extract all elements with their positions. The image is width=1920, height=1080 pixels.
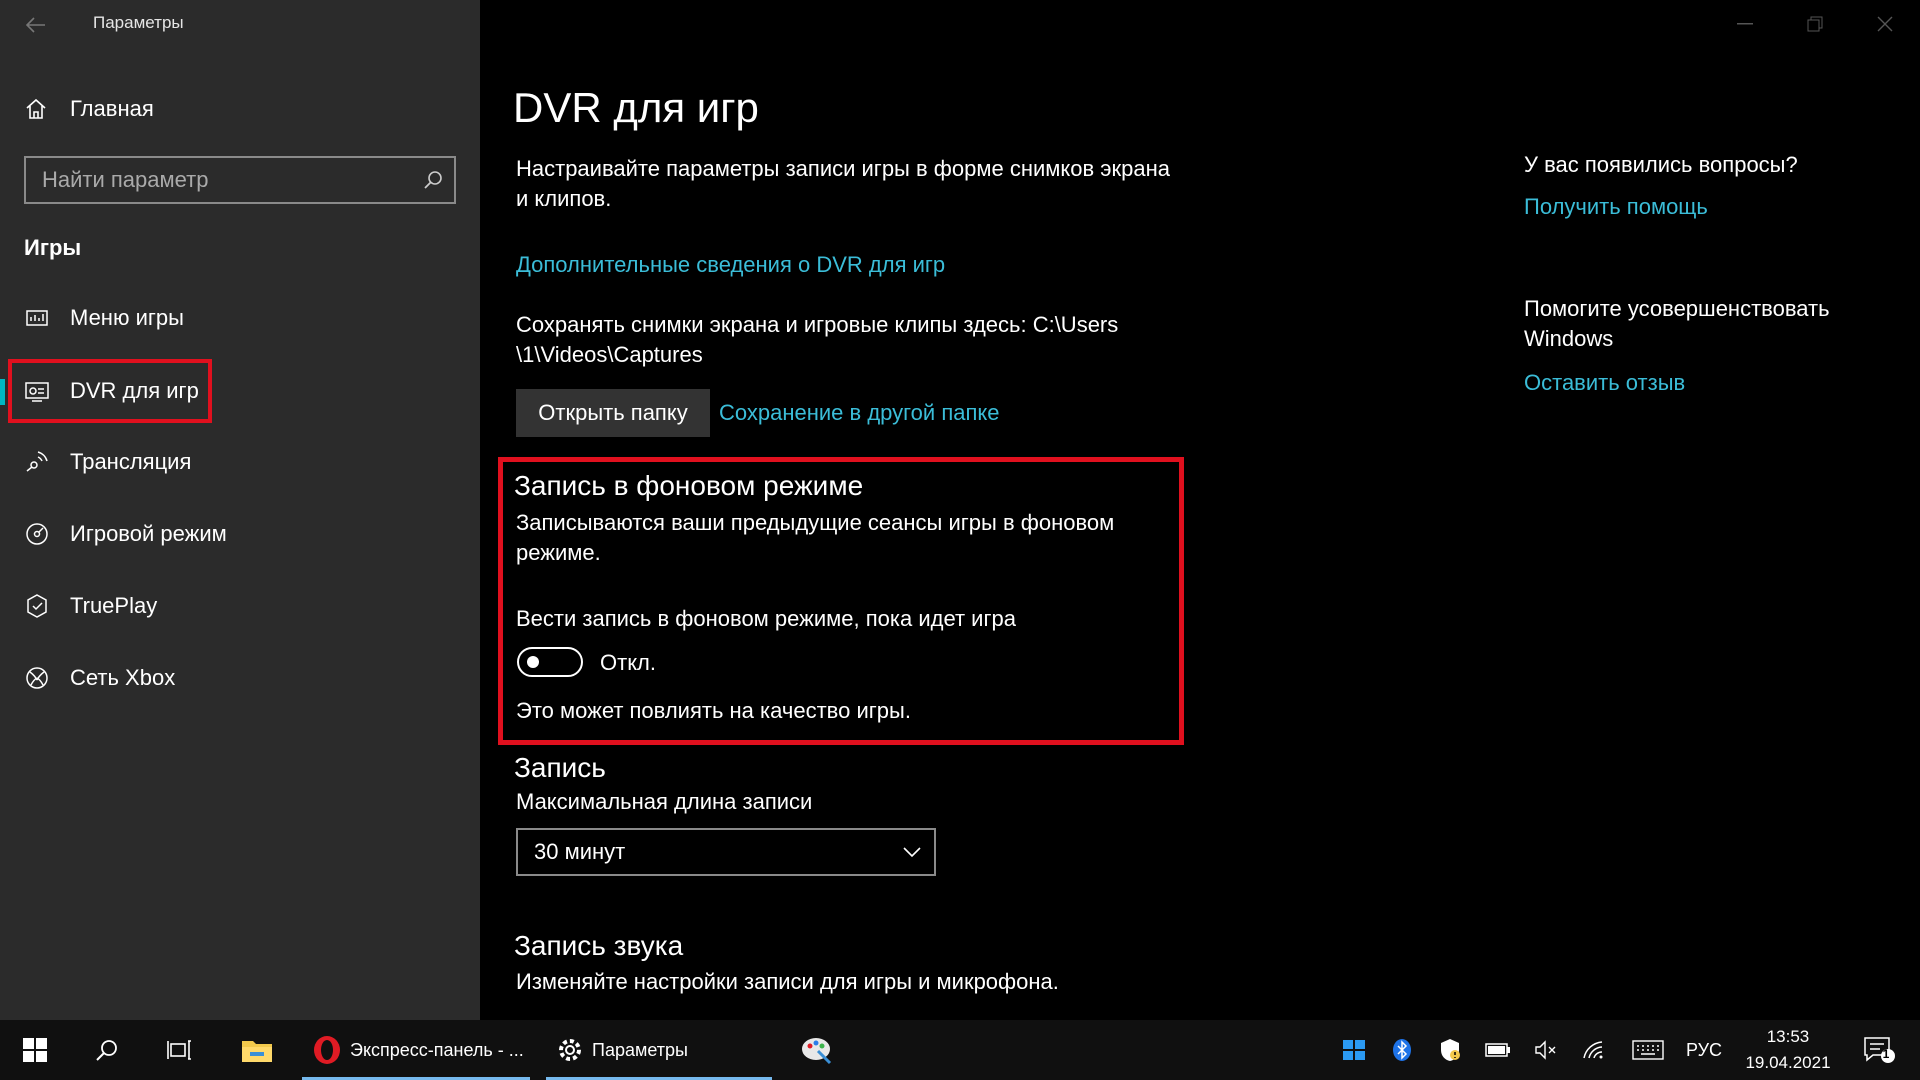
taskbar-app-paint[interactable] bbox=[792, 1020, 842, 1080]
defender-tray-button[interactable] bbox=[1336, 1020, 1372, 1080]
volume-tray-button[interactable] bbox=[1528, 1020, 1564, 1080]
settings-sidebar: Параметры Главная Игры Меню игры DVR для… bbox=[0, 0, 480, 1020]
sidebar-item-label: Сеть Xbox bbox=[70, 665, 176, 690]
window-controls bbox=[1710, 0, 1920, 48]
taskbar-app-label: Экспресс-панель - ... bbox=[350, 1039, 524, 1060]
back-button[interactable] bbox=[20, 10, 52, 40]
feedback-link[interactable]: Оставить отзыв bbox=[1524, 368, 1685, 398]
close-icon bbox=[1877, 16, 1893, 32]
help-question: У вас появились вопросы? bbox=[1524, 152, 1798, 177]
open-folder-button[interactable]: Открыть папку bbox=[516, 389, 710, 437]
section-title: Игры bbox=[24, 235, 82, 260]
save-path-line: Сохранять снимки экрана и игровые клипы … bbox=[516, 312, 1119, 337]
windows-logo-icon bbox=[23, 1038, 47, 1062]
sidebar-item-label: Меню игры bbox=[70, 305, 184, 330]
battery-tray-button[interactable] bbox=[1480, 1020, 1516, 1080]
clock[interactable]: 13:53 19.04.2021 bbox=[1738, 1024, 1838, 1076]
restore-icon bbox=[1807, 16, 1823, 32]
improve-windows-text: Помогите усовершенствовать Windows bbox=[1524, 294, 1904, 354]
max-length-value: 30 минут bbox=[534, 839, 626, 864]
app-title: Параметры bbox=[93, 13, 184, 32]
more-info-link[interactable]: Дополнительные сведения о DVR для игр bbox=[516, 250, 945, 280]
bluetooth-icon bbox=[1393, 1039, 1411, 1061]
audio-recording-heading: Запись звука bbox=[514, 930, 684, 961]
clock-date: 19.04.2021 bbox=[1745, 1053, 1831, 1072]
shield-warning-icon bbox=[1441, 1039, 1460, 1061]
sidebar-item-game-bar[interactable]: Меню игры bbox=[0, 290, 480, 346]
security-tray-button[interactable] bbox=[1432, 1020, 1468, 1080]
max-length-dropdown[interactable]: 30 минут bbox=[516, 828, 936, 876]
bluetooth-tray-button[interactable] bbox=[1384, 1020, 1420, 1080]
save-path-text: Сохранять снимки экрана и игровые клипы … bbox=[516, 310, 1118, 370]
game-bar-icon bbox=[24, 305, 50, 331]
max-length-label: Максимальная длина записи bbox=[516, 789, 813, 814]
page-title: DVR для игр bbox=[513, 84, 759, 131]
home-label: Главная bbox=[70, 96, 154, 121]
save-path-line: \1\Videos\Captures bbox=[516, 342, 703, 367]
broadcast-icon bbox=[24, 449, 50, 475]
opera-icon bbox=[314, 1036, 340, 1064]
sidebar-item-xbox-network[interactable]: Сеть Xbox bbox=[0, 650, 480, 706]
trueplay-icon bbox=[24, 593, 50, 619]
minimize-button[interactable] bbox=[1710, 0, 1780, 48]
sidebar-item-label: Трансляция bbox=[70, 449, 192, 474]
close-button[interactable] bbox=[1850, 0, 1920, 48]
taskbar-app-opera[interactable]: Экспресс-панель - ... bbox=[302, 1020, 530, 1080]
xbox-icon bbox=[24, 665, 50, 691]
get-help-link[interactable]: Получить помощь bbox=[1524, 192, 1708, 222]
sidebar-item-game-mode[interactable]: Игровой режим bbox=[0, 506, 480, 562]
taskbar-app-label: Параметры bbox=[592, 1039, 688, 1060]
minimize-icon bbox=[1737, 23, 1753, 25]
search-input[interactable] bbox=[26, 158, 412, 202]
change-folder-link[interactable]: Сохранение в другой папке bbox=[719, 398, 1000, 428]
paint-palette-icon bbox=[802, 1038, 832, 1065]
settings-content: DVR для игр Настраивайте параметры запис… bbox=[480, 0, 1920, 1020]
windows-defender-icon bbox=[1343, 1040, 1365, 1060]
game-mode-icon bbox=[24, 521, 50, 547]
improve-line: Помогите усовершенствовать bbox=[1524, 296, 1830, 321]
improve-line: Windows bbox=[1524, 326, 1614, 351]
start-button[interactable] bbox=[12, 1020, 58, 1080]
folder-icon bbox=[242, 1041, 272, 1062]
description-line: Настраивайте параметры записи игры в фор… bbox=[516, 156, 1171, 181]
recording-heading: Запись bbox=[514, 752, 606, 783]
chevron-down-icon bbox=[902, 842, 922, 867]
sidebar-item-broadcast[interactable]: Трансляция bbox=[0, 434, 480, 490]
maximize-button[interactable] bbox=[1780, 0, 1850, 48]
volume-muted-icon bbox=[1535, 1040, 1556, 1060]
task-view-button[interactable] bbox=[156, 1020, 202, 1080]
keyboard-icon bbox=[1632, 1040, 1664, 1060]
annotation-highlight-nav bbox=[8, 359, 212, 423]
search-icon[interactable] bbox=[412, 170, 454, 190]
battery-icon bbox=[1485, 1043, 1510, 1057]
task-view-icon bbox=[167, 1040, 191, 1060]
search-box[interactable] bbox=[24, 156, 456, 204]
page-description: Настраивайте параметры записи игры в фор… bbox=[516, 154, 1170, 214]
wifi-icon bbox=[1583, 1041, 1603, 1059]
audio-recording-description: Изменяйте настройки записи для игры и ми… bbox=[516, 969, 1059, 994]
touch-keyboard-button[interactable] bbox=[1628, 1020, 1668, 1080]
search-icon bbox=[96, 1040, 117, 1061]
sidebar-item-label: TruePlay bbox=[70, 593, 158, 618]
sidebar-item-trueplay[interactable]: TruePlay bbox=[0, 578, 480, 634]
home-nav-item[interactable]: Главная bbox=[24, 92, 154, 126]
active-indicator bbox=[0, 379, 5, 405]
language-indicator[interactable]: РУС bbox=[1682, 1020, 1726, 1080]
search-taskbar-button[interactable] bbox=[84, 1020, 130, 1080]
taskbar: Экспресс-панель - ... Параметры РУС 13:5… bbox=[0, 1020, 1920, 1080]
action-center-button[interactable]: 1 bbox=[1850, 1020, 1910, 1080]
back-arrow-icon bbox=[26, 17, 45, 33]
file-explorer-button[interactable] bbox=[232, 1020, 282, 1080]
annotation-highlight-box bbox=[498, 457, 1184, 745]
settings-gear-icon bbox=[559, 1039, 581, 1061]
description-line: и клипов. bbox=[516, 186, 612, 211]
taskbar-app-settings[interactable]: Параметры bbox=[546, 1020, 772, 1080]
notification-count: 1 bbox=[1882, 1047, 1890, 1061]
sidebar-item-label: Игровой режим bbox=[70, 521, 227, 546]
clock-time: 13:53 bbox=[1766, 1027, 1810, 1046]
network-tray-button[interactable] bbox=[1576, 1020, 1612, 1080]
home-icon bbox=[26, 98, 46, 119]
